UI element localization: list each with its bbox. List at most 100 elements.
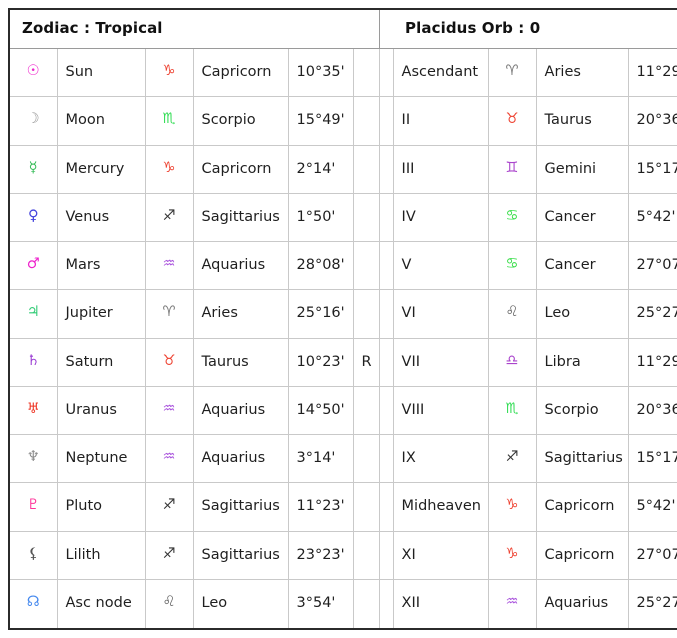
house-sign: Cancer [535,192,629,243]
table-row: ☿Mercury♑Capricorn2°14' III♊Gemini15°17' [8,144,677,194]
planet-sign: Sagittarius [192,192,289,243]
venus-glyph: ♀ [8,192,58,243]
aquarius-glyph: ♒ [487,578,537,630]
planet-name: Asc node [56,578,146,630]
planet-degree: 10°23' [287,337,354,387]
planet-retrograde-flag [352,482,380,532]
house-label: Midheaven [392,482,489,532]
aries-glyph: ♈ [144,289,194,339]
planet-name: Neptune [56,433,146,484]
column-spacer [378,578,394,629]
table-row: ♀ Venus ♐ Sagittarius 1°50' IV ♋ Cancer 5°42' [8,192,677,243]
uranus-glyph: ♅ [8,385,58,436]
house-degree: 15°17' [627,144,677,194]
gemini-glyph: ♊ [487,144,537,194]
planet-degree: 15°49' [287,96,354,146]
taurus-glyph: ♉ [487,96,537,146]
house-sign: Aries [535,47,629,98]
house-sign: Leo [535,289,629,339]
cancer-glyph: ♋ [487,240,537,291]
planet-sign: Aries [192,289,289,339]
planet-sign: Capricorn [192,47,289,98]
house-label: XI [392,530,489,580]
table-header-row: Zodiac : Tropical Placidus Orb : 0 [9,9,677,49]
column-spacer [378,337,394,387]
house-label: VII [392,337,489,387]
mars-glyph: ♂ [8,240,58,291]
leo-glyph: ♌ [487,289,537,339]
planet-degree: 28°08' [287,240,354,291]
planet-name: Lilith [56,530,146,580]
planet-retrograde-flag [352,96,380,146]
planet-retrograde-flag [352,578,380,630]
planet-retrograde-flag [352,385,380,436]
table-row: ☽Moon♏Scorpio15°49' II♉Taurus20°36' [8,96,677,146]
planet-sign: Scorpio [192,96,289,146]
column-spacer [378,289,394,339]
capricorn-glyph: ♑ [144,144,194,194]
planet-sign: Leo [192,578,289,630]
pluto-glyph: ♇ [8,482,58,532]
planet-sign: Sagittarius [192,530,289,580]
planet-retrograde-flag [352,47,380,98]
saturn-glyph: ♄ [8,337,58,387]
house-label: IX [392,433,489,484]
planet-retrograde-flag [352,144,380,194]
table-row: ⚸ Lilith ♐ Sagittarius 23°23' XI ♑ Capricorn 27°… [8,530,677,580]
planet-degree: 11°23' [287,482,354,532]
planet-retrograde-flag [352,192,380,243]
house-degree: 11°29' [627,47,677,98]
house-sign: Capricorn [535,482,629,532]
planet-sign: Aquarius [192,385,289,436]
planet-degree: 23°23' [287,530,354,580]
house-sign: Scorpio [535,385,629,436]
astrology-positions-table: Zodiac : Tropical Placidus Orb : 0 ☉ Sun ♑… [8,8,677,630]
sun-glyph: ☉ [8,47,58,98]
planet-retrograde-flag [352,289,380,339]
taurus-glyph: ♉ [144,337,194,387]
house-degree: 25°27' [627,289,677,339]
house-sign: Capricorn [535,530,629,580]
planet-name: Pluto [56,482,146,532]
planet-name: Moon [56,96,146,146]
placidus-header-title: Placidus Orb : 0 [393,9,677,49]
planet-sign: Sagittarius [192,482,289,532]
house-sign: Taurus [535,96,629,146]
neptune-glyph: ♆ [8,433,58,484]
house-sign: Sagittarius [535,433,629,484]
planet-degree: 1°50' [287,192,354,243]
aquarius-glyph: ♒ [144,385,194,436]
column-spacer [378,385,394,436]
column-spacer [378,433,394,484]
planet-retrograde-flag [352,530,380,580]
house-sign: Cancer [535,240,629,291]
column-spacer [378,192,394,243]
house-degree: 15°17' [627,433,677,484]
table-row: ☉Sun♑Capricorn10°35' Ascendant♈Aries11°29… [8,47,677,98]
lilith-glyph: ⚸ [8,530,58,580]
planet-degree: 3°54' [287,578,354,630]
planet-sign: Taurus [192,337,289,387]
planet-name: Saturn [56,337,146,387]
moon-glyph: ☽ [8,96,58,146]
capricorn-glyph: ♑ [487,482,537,532]
sagittarius-glyph: ♐ [144,482,194,532]
house-sign: Gemini [535,144,629,194]
scorpio-glyph: ♏ [144,96,194,146]
planet-retrograde-flag [352,240,380,291]
planet-sign: Capricorn [192,144,289,194]
jupiter-glyph: ♃ [8,289,58,339]
table-body: Zodiac : Tropical Placidus Orb : 0 ☉ Sun ♑… [8,9,677,630]
planet-degree: 14°50' [287,385,354,436]
column-spacer [378,482,394,532]
planet-name: Sun [56,47,146,98]
planet-retrograde-flag: R [352,337,380,387]
house-degree: 11°29' [627,337,677,387]
planet-degree: 3°14' [287,433,354,484]
planet-degree: 10°35' [287,47,354,98]
table-row: ♆ Neptune ♒ Aquarius 3°14' IX ♐ Sagittarius 15°1… [8,433,677,484]
column-spacer [378,144,394,194]
aries-glyph: ♈ [487,47,537,98]
planet-degree: 25°16' [287,289,354,339]
scorpio-glyph: ♏ [487,385,537,436]
